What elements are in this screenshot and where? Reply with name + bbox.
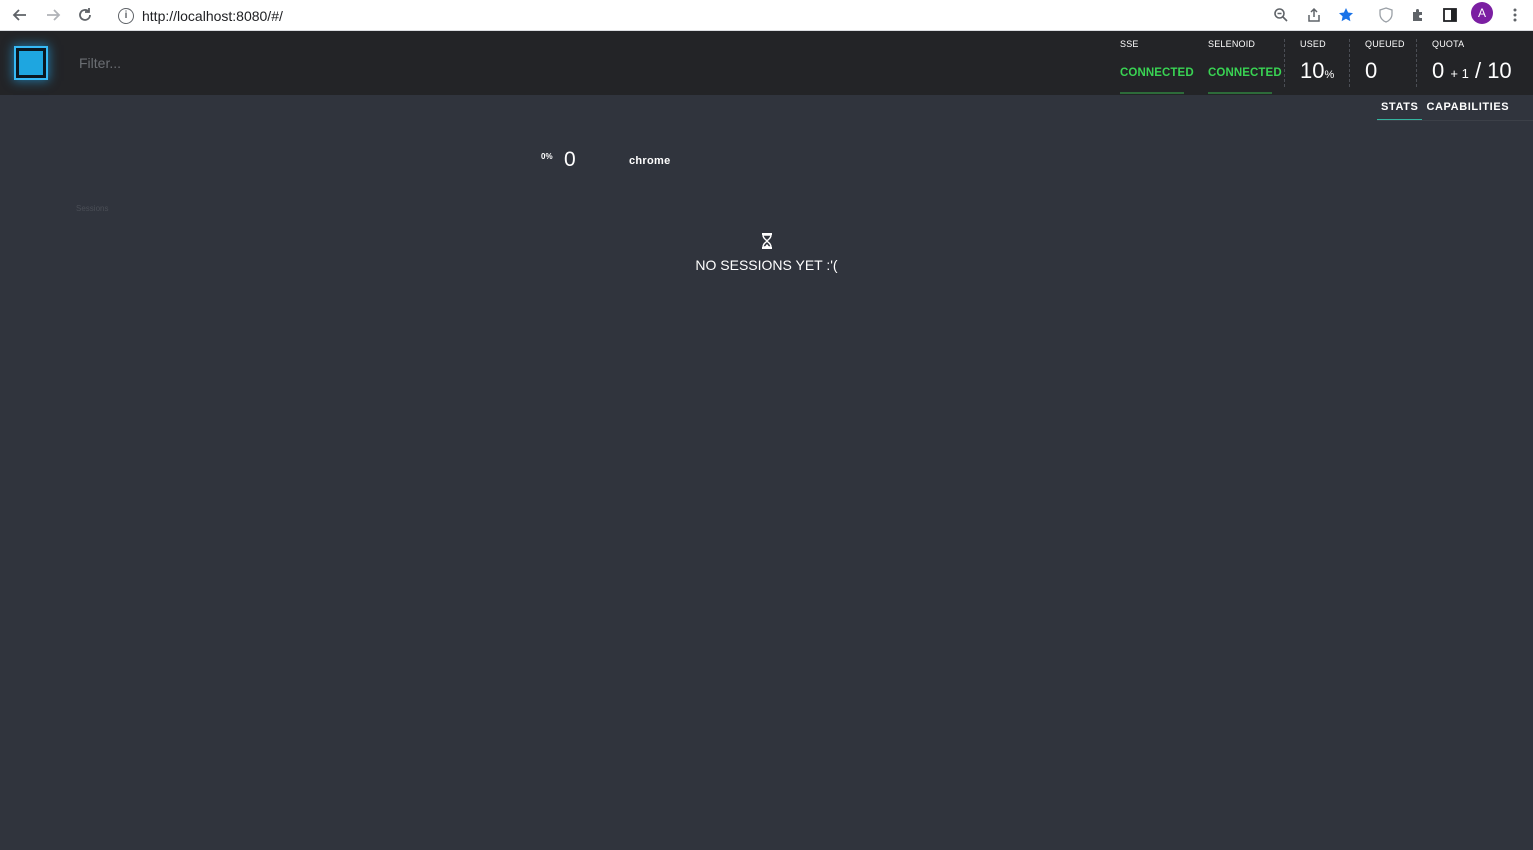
divider bbox=[1284, 39, 1285, 87]
used-title: USED bbox=[1300, 39, 1326, 49]
browser-usage-percent: 0% bbox=[541, 152, 553, 161]
quota-pending: + 1 bbox=[1450, 66, 1469, 81]
more-menu-icon[interactable] bbox=[1504, 4, 1526, 26]
bookmark-star-icon[interactable] bbox=[1335, 4, 1357, 26]
site-info-icon[interactable]: i bbox=[118, 7, 134, 24]
sse-title: SSE bbox=[1120, 39, 1139, 49]
quota-title: QUOTA bbox=[1432, 39, 1465, 49]
tabs-divider bbox=[1377, 120, 1533, 121]
share-icon[interactable] bbox=[1303, 4, 1325, 26]
forward-arrow-icon[interactable] bbox=[42, 4, 64, 26]
back-arrow-icon[interactable] bbox=[9, 4, 31, 26]
tab-stats[interactable]: STATS bbox=[1377, 95, 1423, 121]
reload-icon[interactable] bbox=[74, 4, 96, 26]
sessions-heading: Sessions bbox=[76, 204, 109, 213]
selenoid-status-value: CONNECTED bbox=[1208, 67, 1282, 79]
empty-sessions-message: NO SESSIONS YET :'( bbox=[695, 257, 838, 273]
shield-extension-icon[interactable] bbox=[1375, 4, 1397, 26]
sse-underline bbox=[1120, 92, 1184, 94]
quota-value: 0 + 1 / 10 bbox=[1432, 58, 1512, 84]
browser-name-label: chrome bbox=[629, 155, 671, 167]
used-unit: % bbox=[1324, 69, 1335, 81]
queued-title: QUEUED bbox=[1365, 39, 1405, 49]
sse-status-value: CONNECTED bbox=[1120, 67, 1194, 79]
app-header: SSE CONNECTED SELENOID CONNECTED USED 10… bbox=[0, 31, 1533, 95]
tab-capabilities[interactable]: CAPABILITIES bbox=[1422, 95, 1513, 121]
used-value: 10% bbox=[1300, 58, 1334, 84]
address-bar[interactable]: i http://localhost:8080/#/ bbox=[108, 0, 1308, 31]
side-panel-icon[interactable] bbox=[1439, 4, 1461, 26]
quota-used: 0 bbox=[1432, 58, 1445, 83]
browser-toolbar: i http://localhost:8080/#/ A bbox=[0, 0, 1533, 31]
profile-avatar[interactable]: A bbox=[1471, 2, 1493, 24]
browser-session-count: 0 bbox=[564, 148, 576, 171]
quota-total: 10 bbox=[1487, 58, 1512, 83]
selenoid-title: SELENOID bbox=[1208, 39, 1256, 49]
extensions-puzzle-icon[interactable] bbox=[1407, 4, 1429, 26]
hourglass-icon bbox=[760, 233, 774, 249]
used-number: 10 bbox=[1300, 58, 1325, 83]
quota-separator: / bbox=[1474, 58, 1482, 83]
zoom-icon[interactable] bbox=[1270, 4, 1292, 26]
url-text: http://localhost:8080/#/ bbox=[142, 7, 283, 24]
selenoid-underline bbox=[1208, 92, 1272, 94]
queued-value: 0 bbox=[1365, 58, 1378, 83]
selenoid-logo[interactable] bbox=[14, 46, 48, 80]
divider bbox=[1349, 39, 1350, 87]
filter-input[interactable] bbox=[70, 49, 470, 77]
divider bbox=[1416, 39, 1417, 87]
view-tabs: STATS CAPABILITIES bbox=[1377, 95, 1513, 121]
